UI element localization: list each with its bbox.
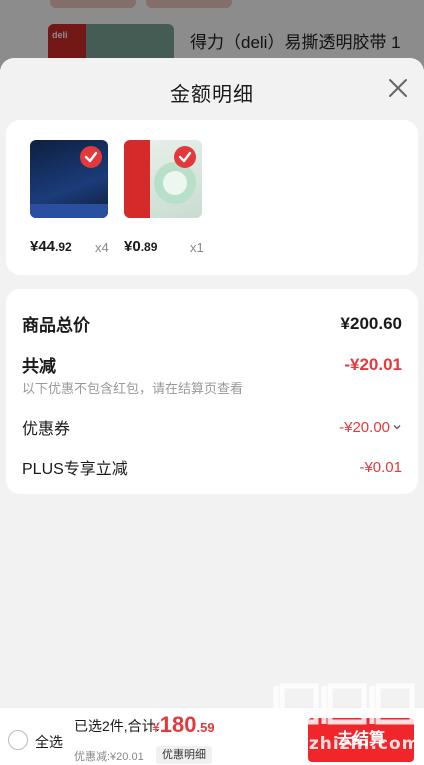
red-packet-hint: 以下优惠不包含红包，请在结算页查看 [22,381,244,396]
plus-discount-label: PLUS专享立减 [22,461,128,478]
price-decimal: .92 [55,240,72,254]
plus-discount-row: PLUS专享立减 -¥0.01 [22,455,402,479]
selected-check-icon [80,146,102,168]
total-integer: 180 [159,712,197,737]
select-all-label[interactable]: 全选 [35,732,63,752]
tape-roll-image [154,162,196,204]
product-price: ¥0.89 [124,238,157,255]
discount-detail-button[interactable]: 优惠明细 [156,746,212,764]
reduction-row: 共减 -¥20.01 [22,352,402,377]
discount-summary: 优惠减:¥20.01 [74,751,144,763]
total-amount: ¥180.59 [152,712,215,738]
watermark-text: zhizhizhi.com [278,734,421,754]
price-summary-card: 商品总价 ¥200.60 共减 -¥20.01 以下优惠不包含红包，请在结算页查… [6,289,418,494]
total-price-label: 商品总价 [22,316,90,335]
select-all-radio[interactable] [8,730,28,750]
chevron-down-icon [393,425,401,430]
total-price-row: 商品总价 ¥200.60 [22,311,402,336]
coupon-value-group[interactable]: -¥20.00 [339,419,402,436]
product-quantity: x1 [190,240,204,255]
thumbnail-brand-strip [124,140,150,218]
total-currency: ¥ [152,719,160,735]
coupon-value: -¥20.00 [339,418,390,436]
product-thumbnail[interactable] [124,140,202,218]
products-card: ¥44.92 x4 ¥0.89 x1 [6,120,418,275]
price-integer: ¥0 [124,238,141,255]
product-price: ¥44.92 [30,238,72,255]
total-price-value: ¥200.60 [340,313,402,333]
coupon-label: 优惠券 [22,421,71,438]
reduction-label: 共减 [22,357,56,376]
product-thumbnail[interactable] [30,140,108,218]
thumbnail-band [30,204,108,218]
sheet-title: 金额明细 [170,84,254,106]
product-quantity: x4 [95,240,109,255]
sheet-header: 金额明细 [0,58,424,120]
total-decimal: .59 [196,720,215,735]
coupon-row[interactable]: 优惠券 -¥20.00 [22,415,402,439]
price-decimal: .89 [140,240,158,254]
reduction-value: -¥20.01 [344,354,402,374]
selected-count-text: 已选2件,合计: [74,718,160,734]
amount-detail-sheet: 金额明细 ¥44.92 x4 ¥0.89 x1 商品总价 ¥200.60 共减 … [0,58,424,765]
plus-discount-value: -¥0.01 [359,458,402,476]
price-integer: ¥44 [30,238,56,255]
close-icon[interactable] [386,76,410,100]
selected-check-icon [174,146,196,168]
